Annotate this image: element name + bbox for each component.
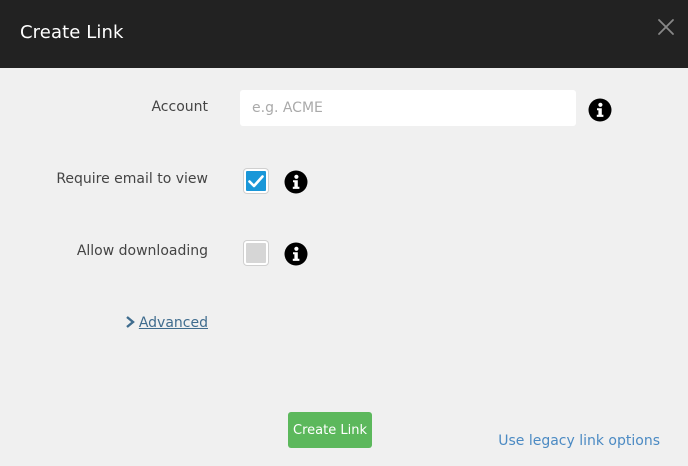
account-label: Account [151, 99, 208, 115]
close-icon[interactable] [654, 15, 678, 39]
dialog-body-bg [0, 68, 688, 466]
info-icon[interactable] [588, 98, 612, 122]
advanced-label: Advanced [138, 315, 208, 331]
require-email-label: Require email to view [56, 171, 208, 187]
info-icon[interactable] [284, 170, 308, 194]
allow-downloading-label: Allow downloading [76, 243, 208, 259]
dialog-title: Create Link [20, 22, 124, 43]
require-email-checkbox[interactable] [244, 169, 268, 193]
legacy-link-options-link[interactable]: Use legacy link options [498, 433, 660, 449]
account-input[interactable] [240, 90, 576, 126]
info-icon[interactable] [284, 242, 308, 266]
allow-downloading-checkbox[interactable] [244, 241, 268, 265]
dialog-header: Create Link [0, 0, 688, 68]
checkmark-icon [248, 175, 264, 188]
create-link-button[interactable]: Create Link [288, 412, 372, 448]
advanced-toggle[interactable]: Advanced [125, 315, 208, 331]
chevron-right-icon [126, 316, 135, 328]
